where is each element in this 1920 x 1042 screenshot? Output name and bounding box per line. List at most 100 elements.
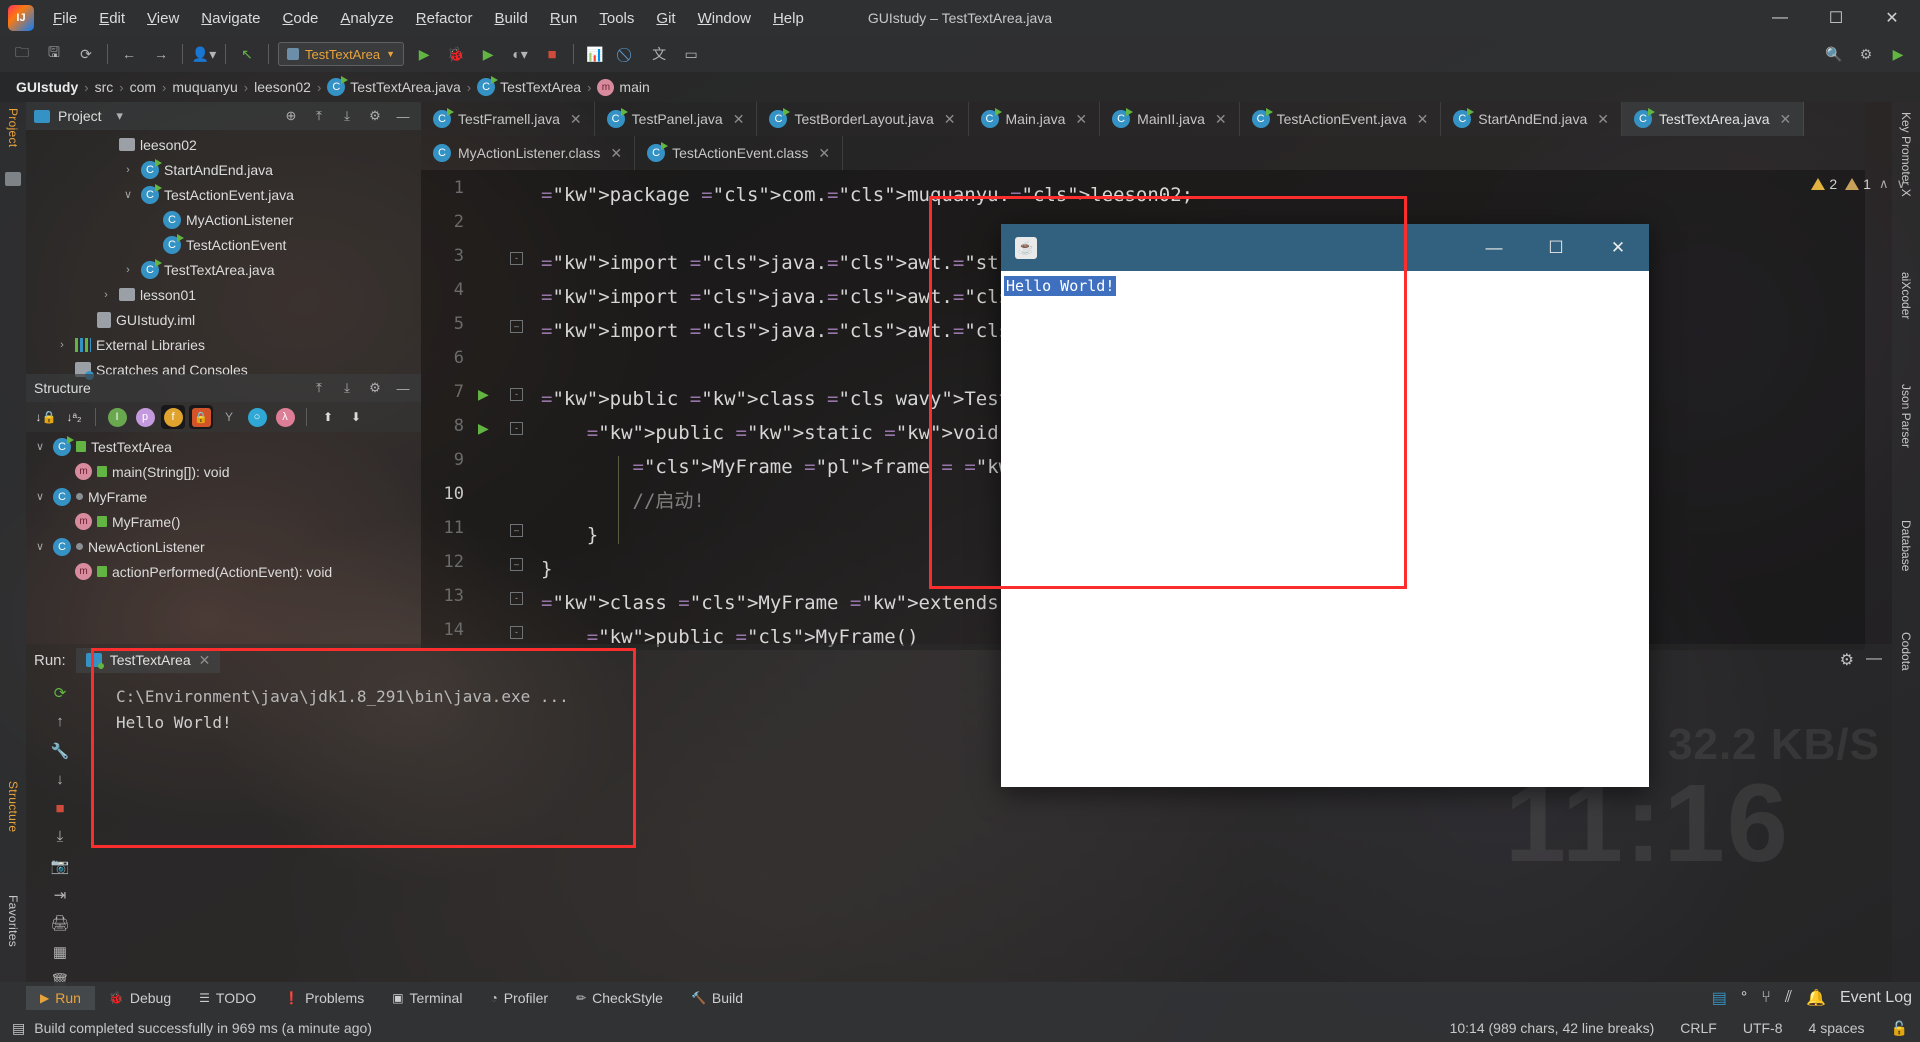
rerun-icon[interactable]: ⟳ (47, 682, 73, 704)
code-fold-icon[interactable]: - (510, 592, 523, 605)
stop-icon[interactable]: ■ (47, 797, 73, 819)
breadcrumb-item-src[interactable]: src (89, 79, 120, 95)
menu-item-git[interactable]: Git (645, 4, 686, 33)
bottom-bar-item-checkstyle[interactable]: ✏CheckStyle (562, 986, 677, 1010)
search-icon[interactable]: 🔍 (1821, 41, 1847, 67)
user-icon[interactable]: 👤▾ (191, 41, 217, 67)
chevron-right-icon[interactable]: › (98, 289, 114, 301)
menu-item-build[interactable]: Build (483, 4, 538, 33)
bell-icon[interactable]: 🔔 (1806, 988, 1826, 1008)
right-rail-item-json-parser[interactable]: Json Parser (1899, 384, 1913, 448)
undo-icon[interactable]: ↖ (234, 41, 260, 67)
run-tab-testtextarea[interactable]: TestTextArea ✕ (76, 648, 221, 673)
print-icon[interactable]: 🖨 (47, 913, 73, 935)
bottom-bar-item-problems[interactable]: ❗Problems (270, 986, 378, 1010)
window-close-button[interactable]: ✕ (1864, 0, 1920, 36)
structure-tree-item-node[interactable]: ∨CTestTextArea (26, 434, 421, 459)
sort-by-visibility-icon[interactable]: ↓🔒 (34, 405, 58, 429)
structure-tree-item-node[interactable]: mMyFrame() (26, 509, 421, 534)
structure-tree-item-node[interactable]: ∨CNewActionListener (26, 534, 421, 559)
bottom-bar-item-build[interactable]: 🔨Build (677, 986, 757, 1010)
code-fold-icon[interactable]: - (510, 252, 523, 265)
collapse-all-icon[interactable]: ⤓ (337, 378, 357, 398)
menu-item-view[interactable]: View (136, 4, 190, 33)
folder-icon[interactable] (5, 172, 21, 186)
menu-item-help[interactable]: Help (762, 4, 815, 33)
java-awt-frame[interactable]: ☕ — ☐ ✕ Hello World! (1001, 224, 1649, 787)
chevron-down-icon[interactable]: ∨ (32, 490, 48, 503)
collapse-icon[interactable]: ⬇ (344, 405, 368, 429)
minimize-icon[interactable]: — (393, 378, 413, 398)
next-problem-icon[interactable]: ∨ (1896, 176, 1906, 192)
up-arrow-icon[interactable]: ↑ (47, 711, 73, 733)
editor-tab-mainii-java[interactable]: CMainII.java✕ (1100, 102, 1239, 136)
right-rail-item-codota[interactable]: Codota (1899, 632, 1913, 671)
menu-item-tools[interactable]: Tools (588, 4, 645, 33)
close-icon[interactable]: ✕ (1215, 111, 1227, 128)
gear-icon[interactable]: ⚙ (365, 106, 385, 126)
show-interfaces-icon[interactable]: ○ (245, 405, 269, 429)
breadcrumb-item-main[interactable]: mmain (591, 79, 655, 96)
show-anonymous-icon[interactable]: Y (217, 405, 241, 429)
camera-icon[interactable]: 📷 (47, 855, 73, 877)
stop-icon[interactable]: ■ (539, 41, 565, 67)
bottom-bar-item-todo[interactable]: ☰TODO (185, 986, 270, 1010)
run-gutter-icon[interactable]: ▶ (478, 386, 489, 403)
menu-item-file[interactable]: File (42, 4, 88, 33)
close-icon[interactable]: ✕ (570, 111, 582, 128)
structure-tree-item-node[interactable]: mactionPerformed(ActionEvent): void (26, 559, 421, 584)
editor-tab-testactionevent-java[interactable]: CTestActionEvent.java✕ (1240, 102, 1442, 136)
translate-icon[interactable]: 文 (646, 41, 672, 67)
awt-minimize-button[interactable]: — (1463, 224, 1525, 271)
save-icon[interactable]: 🖫 (41, 41, 67, 67)
forward-arrow-icon[interactable]: → (148, 41, 174, 67)
editor-tab-testpanel-java[interactable]: CTestPanel.java✕ (595, 102, 758, 136)
expand-all-icon[interactable]: ⤒ (309, 378, 329, 398)
rail-item-favorites[interactable]: Favorites (6, 895, 20, 947)
editor-tab-myactionlistener-class[interactable]: CMyActionListener.class✕ (421, 136, 635, 170)
code-fold-icon[interactable]: – (510, 320, 523, 333)
window-maximize-button[interactable]: ☐ (1808, 0, 1864, 36)
awt-close-button[interactable]: ✕ (1587, 224, 1649, 271)
menu-item-run[interactable]: Run (539, 4, 589, 33)
caret-position[interactable]: 10:14 (989 chars, 42 line breaks) (1450, 1020, 1655, 1036)
project-tree-item-node[interactable]: ›External Libraries (26, 332, 421, 357)
close-icon[interactable]: ✕ (733, 111, 745, 128)
lock-icon[interactable]: 🔓 (1891, 1020, 1908, 1037)
project-tree-item-node[interactable]: CMyActionListener (26, 207, 421, 232)
back-arrow-icon[interactable]: ← (116, 41, 142, 67)
run-configuration-selector[interactable]: TestTextArea ▼ (278, 42, 404, 66)
editor-tab-testframell-java[interactable]: CTestFramell.java✕ (421, 102, 595, 136)
profile-icon[interactable]: ◐▾ (507, 41, 533, 67)
split-icon[interactable]: ⫽ (1785, 989, 1792, 1007)
bottom-bar-item-profiler[interactable]: ◔Profiler (476, 986, 562, 1010)
breadcrumb-item-com[interactable]: com (124, 79, 162, 95)
editor-tab-testactionevent-class[interactable]: CTestActionEvent.class✕ (635, 136, 843, 170)
warning-count[interactable]: 2 (1811, 176, 1837, 192)
indent-setting[interactable]: 4 spaces (1809, 1020, 1865, 1036)
minimize-icon[interactable]: — (393, 106, 413, 126)
gear-icon[interactable]: ⚙ (1840, 650, 1854, 670)
line-separator[interactable]: CRLF (1680, 1020, 1717, 1036)
code-fold-icon[interactable]: - (510, 388, 523, 401)
structure-tree-item-node[interactable]: ∨CMyFrame (26, 484, 421, 509)
chevron-down-icon[interactable]: ∨ (32, 440, 48, 453)
settings-icon[interactable]: ⚙ (1853, 41, 1879, 67)
gear-icon[interactable]: ⚙ (365, 378, 385, 398)
menu-item-window[interactable]: Window (687, 4, 762, 33)
run-coverage-icon[interactable]: ▶ (475, 41, 501, 67)
rail-item-project[interactable]: Project (6, 108, 20, 147)
rail-item-structure[interactable]: Structure (6, 781, 20, 832)
chevron-down-icon[interactable]: ▾ (110, 106, 130, 126)
project-tree-item-node[interactable]: ∨CTestActionEvent.java (26, 182, 421, 207)
locate-icon[interactable]: ⊕ (281, 106, 301, 126)
down-arrow-icon[interactable]: ↓ (47, 768, 73, 790)
close-icon[interactable]: ✕ (1780, 111, 1792, 128)
awt-titlebar[interactable]: ☕ — ☐ ✕ (1001, 224, 1649, 271)
branch-icon[interactable]: ⑂ (1761, 989, 1771, 1007)
no-icon[interactable]: ⃠ (614, 41, 640, 67)
expand-all-icon[interactable]: ⤒ (309, 106, 329, 126)
code-fold-icon[interactable]: – (510, 558, 523, 571)
breadcrumb-item-guistudy[interactable]: GUIstudy (10, 79, 84, 95)
degree-icon[interactable]: ° (1741, 989, 1747, 1007)
